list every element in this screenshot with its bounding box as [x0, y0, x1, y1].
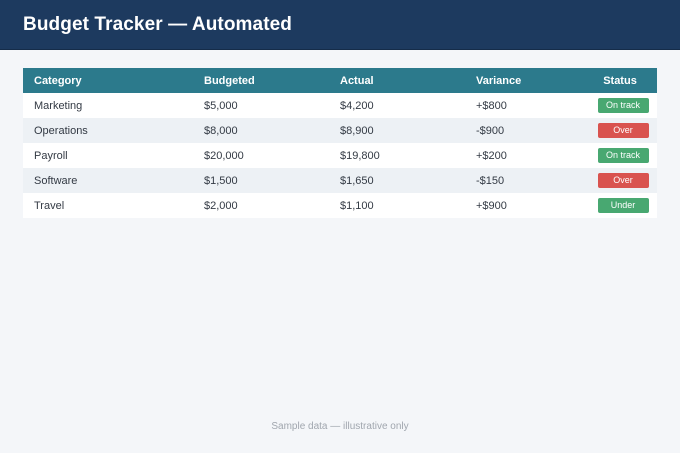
cell-category: Software	[34, 174, 78, 187]
cell-status: Over	[583, 118, 657, 143]
status-badge: Over	[597, 173, 649, 188]
table-row[interactable]: Travel $2,000 $1,100 +$900 Under	[23, 193, 657, 218]
cell-budgeted: $1,500	[204, 174, 238, 187]
cell-budgeted: $2,000	[204, 199, 238, 212]
cell-budgeted: $5,000	[204, 99, 238, 112]
cell-status: Over	[583, 168, 657, 193]
column-header-status[interactable]: Status	[583, 68, 657, 93]
cell-actual: $19,800	[340, 149, 380, 162]
status-badge: Under	[597, 198, 649, 213]
budget-table: Category Budgeted Actual Variance Status…	[23, 68, 657, 218]
cell-category: Operations	[34, 124, 88, 137]
status-badge: On track	[597, 98, 649, 113]
cell-budgeted: $8,000	[204, 124, 238, 137]
cell-actual: $1,100	[340, 199, 374, 212]
table-row[interactable]: Payroll $20,000 $19,800 +$200 On track	[23, 143, 657, 168]
cell-category: Marketing	[34, 99, 83, 112]
cell-actual: $8,900	[340, 124, 374, 137]
app-header: Budget Tracker — Automated	[0, 0, 680, 50]
table-header-row: Category Budgeted Actual Variance Status	[23, 68, 657, 93]
budget-table-container: Category Budgeted Actual Variance Status…	[23, 68, 657, 218]
cell-variance: -$150	[476, 174, 505, 187]
cell-actual: $4,200	[340, 99, 374, 112]
cell-variance: +$800	[476, 99, 507, 112]
cell-status: On track	[583, 143, 657, 168]
footer-note: Sample data — illustrative only	[271, 421, 409, 432]
status-badge: On track	[597, 148, 649, 163]
cell-variance: -$900	[476, 124, 505, 137]
table-row[interactable]: Marketing $5,000 $4,200 +$800 On track	[23, 93, 657, 118]
column-header-category[interactable]: Category	[23, 68, 193, 93]
cell-status: On track	[583, 93, 657, 118]
cell-variance: +$900	[476, 199, 507, 212]
page-title: Budget Tracker — Automated	[23, 13, 292, 35]
table-row[interactable]: Software $1,500 $1,650 -$150 Over	[23, 168, 657, 193]
cell-budgeted: $20,000	[204, 149, 244, 162]
column-header-budgeted[interactable]: Budgeted	[193, 68, 329, 93]
cell-category: Travel	[34, 199, 65, 212]
cell-variance: +$200	[476, 149, 507, 162]
column-header-variance[interactable]: Variance	[465, 68, 583, 93]
column-header-actual[interactable]: Actual	[329, 68, 465, 93]
status-badge: Over	[597, 123, 649, 138]
table-row[interactable]: Operations $8,000 $8,900 -$900 Over	[23, 118, 657, 143]
cell-category: Payroll	[34, 149, 68, 162]
cell-status: Under	[583, 193, 657, 218]
cell-actual: $1,650	[340, 174, 374, 187]
